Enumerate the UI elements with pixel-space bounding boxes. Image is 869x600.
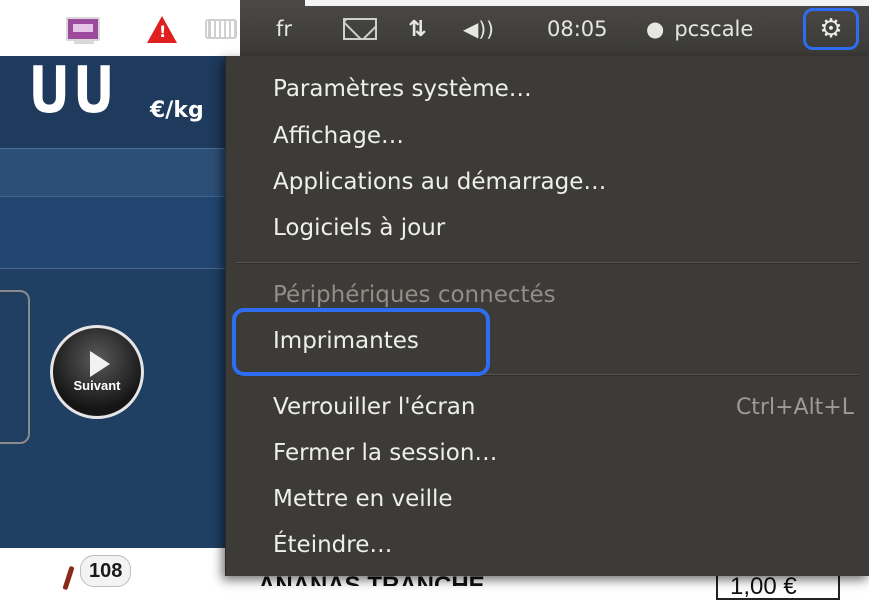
volume-icon: ◀)) [463,17,494,41]
menu-item-log-out[interactable]: Fermer la session… [273,440,497,466]
info-band [0,196,240,269]
menu-item-lock-screen[interactable]: Verrouiller l'écran [273,394,475,420]
count-badge: 108 [80,555,132,587]
menu-item-display[interactable]: Affichage… [273,123,404,149]
display-stand [74,41,94,44]
menu-separator [236,262,858,264]
warning-indicator[interactable]: ! [147,8,177,50]
display-indicator[interactable] [66,8,100,50]
network-icon: ⇅ [408,16,427,42]
menu-item-suspend[interactable]: Mettre en veille [273,486,453,512]
panel-left-area [0,0,240,56]
clock[interactable]: 08:05 [547,8,608,50]
language-indicator[interactable]: fr [276,8,292,50]
warning-icon: ! [147,15,177,43]
volume-indicator[interactable]: ◀)) [463,8,494,50]
menu-item-software-up-to-date[interactable]: Logiciels à jour [273,215,445,241]
network-indicator[interactable]: ⇅ [408,8,427,50]
play-icon [90,351,110,377]
lock-screen-shortcut: Ctrl+Alt+L [735,395,854,420]
printers-highlight-ring [232,308,490,376]
menu-item-shut-down[interactable]: Éteindre… [273,532,392,558]
menu-section-connected-devices: Périphériques connectés [273,282,556,308]
keyboard-icon [205,19,237,39]
price-unit-label: €/kg [150,98,204,123]
top-panel: ! fr ⇅ ◀)) 08:05 ● pcscale ⚙ [0,0,869,56]
mail-icon [343,18,377,40]
user-icon: ● [646,17,665,41]
menu-item-startup-applications[interactable]: Applications au démarrage… [273,169,606,195]
side-tab[interactable] [0,290,30,444]
gear-icon: ⚙ [819,14,843,44]
keyboard-indicator[interactable] [205,8,237,50]
username: pcscale [674,17,754,41]
header-band [0,148,240,197]
next-button-label: Suivant [73,378,121,393]
panel-highlight-stripe [305,0,869,6]
price-display-value: UU [30,60,120,122]
user-menu[interactable]: ● pcscale [646,8,753,50]
next-button[interactable]: Suivant [50,325,144,419]
menu-item-system-settings[interactable]: Paramètres système… [273,76,532,102]
messaging-indicator[interactable] [343,8,377,50]
session-menu-button[interactable]: ⚙ [803,8,859,50]
display-icon [66,17,100,41]
